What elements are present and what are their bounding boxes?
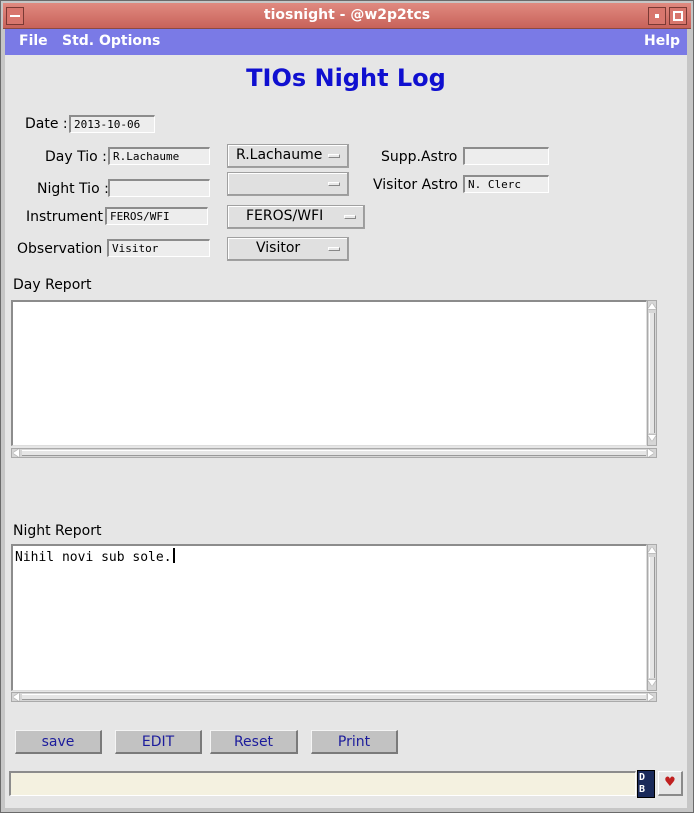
status-field[interactable] — [9, 771, 636, 796]
observation-field[interactable]: Visitor — [107, 239, 210, 257]
square-dot-icon — [655, 14, 659, 18]
day-tio-field[interactable]: R.Lachaume — [108, 147, 210, 165]
scroll-right-arrow-icon[interactable] — [648, 693, 654, 701]
day-tio-label: Day Tio : — [45, 149, 107, 165]
instrument-field[interactable]: FEROS/WFI — [105, 207, 208, 225]
night-tio-dropdown[interactable] — [227, 172, 349, 196]
menu-std-options[interactable]: Std. Options — [62, 33, 160, 49]
scroll-right-arrow-icon[interactable] — [648, 449, 654, 457]
scrollbar-thumb[interactable] — [649, 557, 655, 678]
window-title: tiosnight - @w2p2tcs — [263, 7, 431, 23]
night-tio-field[interactable] — [108, 179, 210, 197]
observation-label: Observation : — [17, 241, 112, 257]
option-menu-indicator-icon — [328, 154, 340, 158]
square-icon — [673, 11, 683, 21]
text-caret — [172, 548, 175, 563]
menu-help[interactable]: Help — [644, 33, 680, 49]
date-field[interactable]: 2013-10-06 — [69, 115, 155, 133]
page-title: TIOs Night Log — [246, 64, 446, 92]
scroll-left-arrow-icon[interactable] — [13, 449, 19, 457]
day-report-textarea[interactable] — [11, 300, 647, 446]
reset-button[interactable]: Reset — [210, 730, 298, 754]
night-report-horizontal-scrollbar[interactable] — [11, 692, 657, 702]
option-menu-indicator-icon — [344, 215, 356, 219]
heart-icon[interactable]: ♥ — [658, 771, 683, 796]
scrollbar-thumb[interactable] — [22, 450, 646, 456]
night-report-vertical-scrollbar[interactable] — [647, 544, 657, 691]
instrument-dropdown-value: FEROS/WFI — [246, 208, 324, 224]
night-report-textarea[interactable]: Nihil novi sub sole. — [11, 544, 647, 691]
night-report-text: Nihil novi sub sole. — [15, 550, 172, 565]
menu-bar: File Std. Options Help — [5, 29, 687, 55]
visitor-astro-label: Visitor Astro : — [373, 177, 468, 193]
supp-astro-label: Supp.Astro : — [381, 149, 467, 165]
night-tio-label: Night Tio : — [37, 181, 109, 197]
scrollbar-thumb[interactable] — [22, 694, 646, 700]
scroll-down-arrow-icon[interactable] — [648, 435, 656, 441]
option-menu-indicator-icon — [328, 247, 340, 251]
save-button[interactable]: save — [15, 730, 102, 754]
day-tio-dropdown-value: R.Lachaume — [236, 147, 323, 163]
night-report-label: Night Report — [13, 523, 102, 539]
print-button[interactable]: Print — [311, 730, 398, 754]
visitor-astro-field[interactable]: N. Clerc — [463, 175, 549, 193]
day-tio-dropdown[interactable]: R.Lachaume — [227, 144, 349, 168]
observation-dropdown-value: Visitor — [256, 240, 301, 256]
day-report-vertical-scrollbar[interactable] — [647, 300, 657, 446]
instrument-label: Instrument : — [26, 209, 113, 225]
scroll-up-arrow-icon[interactable] — [648, 303, 656, 309]
observation-dropdown[interactable]: Visitor — [227, 237, 349, 261]
instrument-dropdown[interactable]: FEROS/WFI — [227, 205, 365, 229]
title-bar[interactable]: tiosnight - @w2p2tcs — [3, 3, 691, 29]
supp-astro-field[interactable] — [463, 147, 549, 165]
option-menu-indicator-icon — [328, 182, 340, 186]
day-report-label: Day Report — [13, 277, 92, 293]
maximize-button[interactable] — [648, 7, 666, 25]
day-report-horizontal-scrollbar[interactable] — [11, 448, 657, 458]
date-label: Date : — [25, 116, 68, 132]
scroll-down-arrow-icon[interactable] — [648, 680, 656, 686]
scroll-left-arrow-icon[interactable] — [13, 693, 19, 701]
scrollbar-thumb[interactable] — [649, 313, 655, 433]
db-icon[interactable]: D B — [637, 770, 655, 798]
edit-button[interactable]: EDIT — [115, 730, 202, 754]
close-button[interactable] — [669, 7, 687, 25]
scroll-up-arrow-icon[interactable] — [648, 547, 656, 553]
menu-file[interactable]: File — [19, 33, 48, 49]
